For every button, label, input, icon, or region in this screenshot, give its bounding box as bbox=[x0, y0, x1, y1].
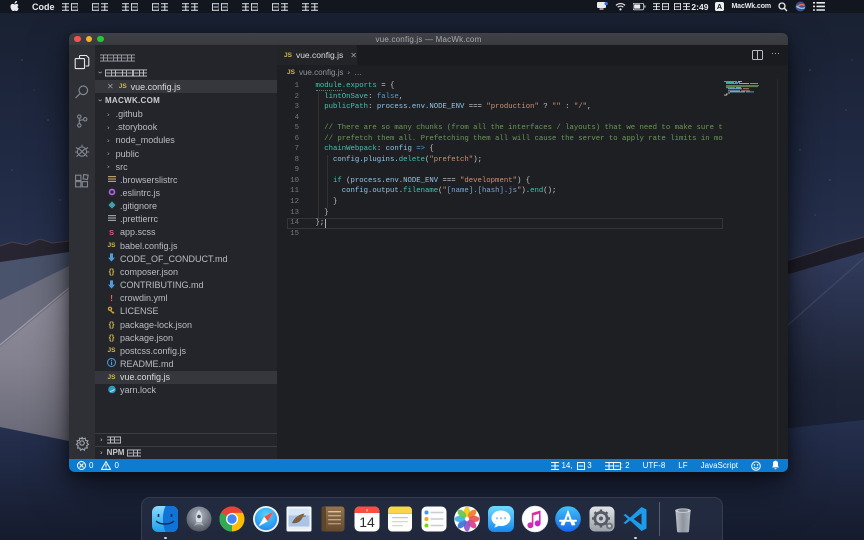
svg-text:9: 9 bbox=[366, 509, 368, 513]
svg-text:A: A bbox=[717, 2, 722, 11]
svg-text:14: 14 bbox=[359, 514, 375, 530]
